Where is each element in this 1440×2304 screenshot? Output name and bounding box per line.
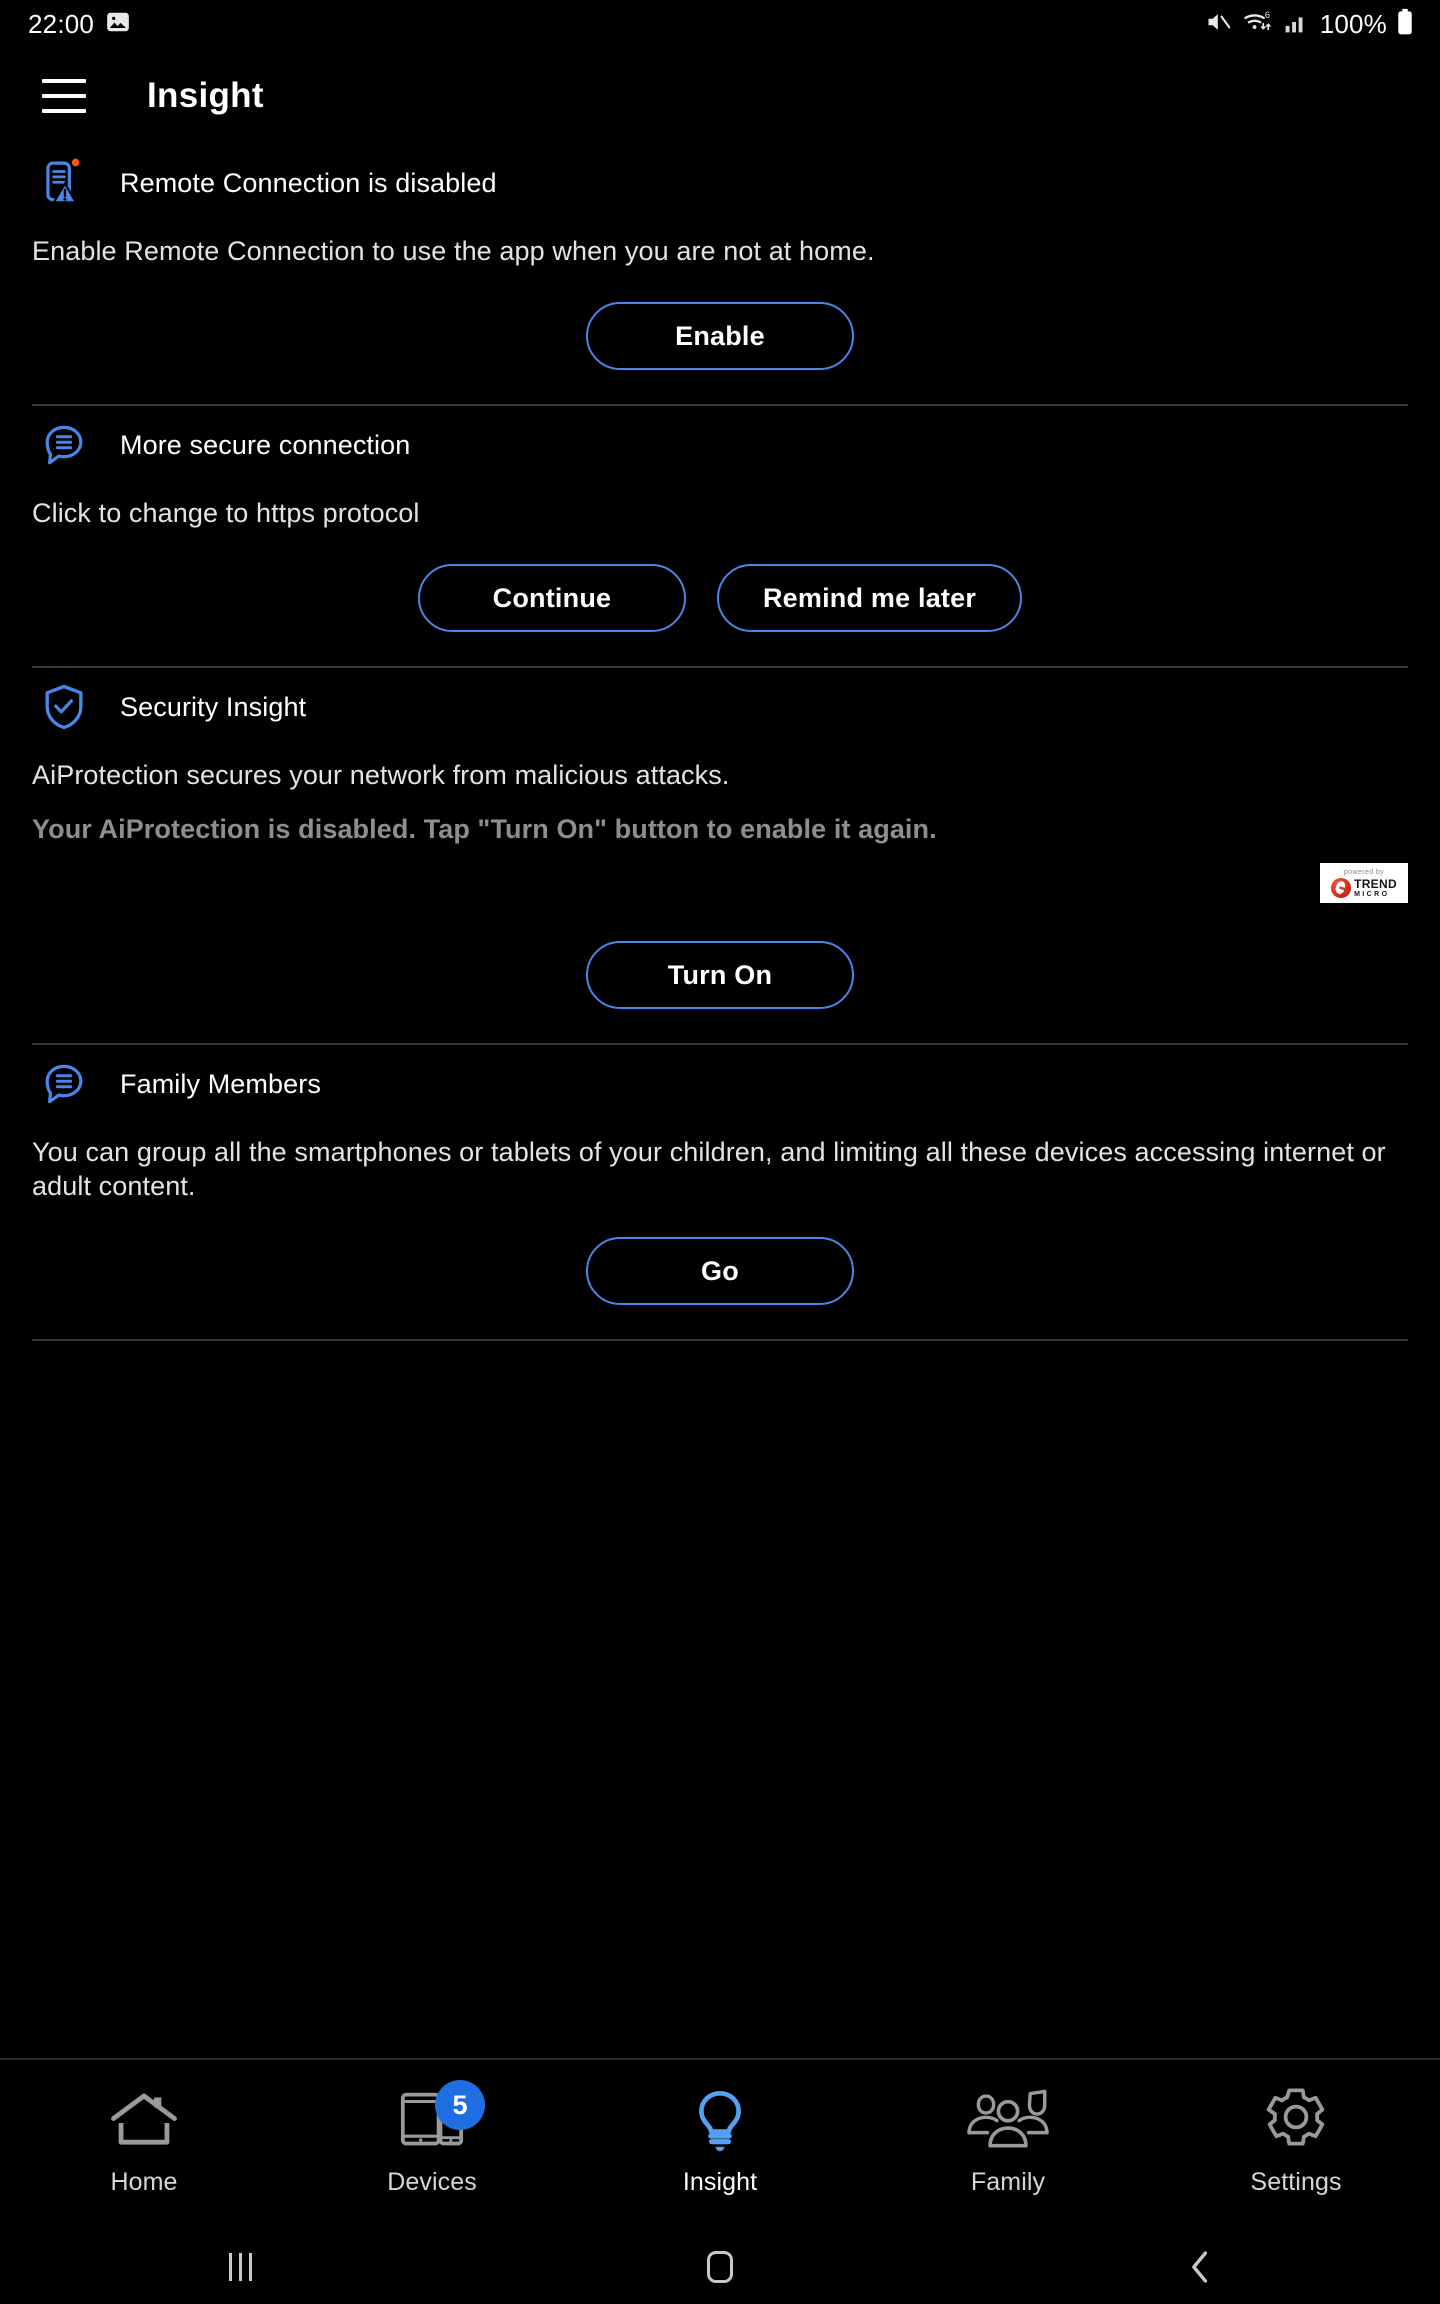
page-title: Insight: [147, 76, 264, 115]
card-description: You can group all the smartphones or tab…: [32, 1137, 1386, 1201]
trend-micro-logo-icon: [1331, 877, 1352, 898]
bottom-navigation: Home 5 Devices Insight Family Settings: [0, 2058, 1440, 2230]
card-actions: Continue Remind me later: [32, 564, 1408, 632]
card-title: Security Insight: [120, 691, 307, 722]
shield-check-icon: [38, 681, 90, 733]
back-chevron-icon[interactable]: [960, 2250, 1440, 2284]
card-header: Remote Connection is disabled: [32, 152, 1408, 214]
gear-icon: [1260, 2084, 1332, 2156]
card-actions: Turn On: [32, 941, 1408, 1009]
card-secure-connection: More secure connection Click to change t…: [0, 414, 1440, 632]
card-header: Family Members: [32, 1053, 1408, 1115]
speech-bubble-icon: [38, 1058, 90, 1110]
people-group-icon: [964, 2084, 1052, 2156]
wifi-6-icon: 6: [1242, 8, 1274, 41]
section-divider: [32, 1043, 1408, 1045]
enable-button[interactable]: Enable: [586, 302, 854, 370]
card-title: Family Members: [120, 1068, 321, 1099]
section-divider: [32, 1339, 1408, 1341]
card-remote-connection: Remote Connection is disabled Enable Rem…: [0, 152, 1440, 370]
volume-mute-icon: [1205, 8, 1233, 41]
card-title: More secure connection: [120, 429, 411, 460]
nav-item-family[interactable]: Family: [864, 2060, 1152, 2230]
nav-item-settings[interactable]: Settings: [1152, 2060, 1440, 2230]
powered-by-wrap: powered by TREND MICRO: [32, 863, 1408, 907]
battery-percent: 100%: [1319, 8, 1387, 39]
trend-micro-wordmark: TREND MICRO: [1354, 878, 1397, 898]
brand-micro: MICRO: [1354, 890, 1390, 898]
nav-label-family: Family: [970, 2168, 1046, 2196]
recents-icon[interactable]: [0, 2253, 480, 2281]
app-bar: Insight: [0, 48, 1440, 144]
cellular-signal-icon: [1283, 9, 1309, 40]
nav-label-devices: Devices: [387, 2168, 477, 2196]
go-button[interactable]: Go: [586, 1237, 854, 1305]
nav-item-devices[interactable]: 5 Devices: [288, 2060, 576, 2230]
nav-item-insight[interactable]: Insight: [576, 2060, 864, 2230]
card-header: More secure connection: [32, 414, 1408, 476]
card-header: Security Insight: [32, 676, 1408, 738]
main-content: Remote Connection is disabled Enable Rem…: [0, 144, 1440, 1341]
router-alert-icon: [38, 157, 90, 209]
card-actions: Go: [32, 1237, 1408, 1305]
image-icon: [105, 9, 131, 40]
speech-bubble-icon: [38, 419, 90, 471]
svg-text:6: 6: [1265, 10, 1270, 20]
lightbulb-icon: [689, 2084, 751, 2156]
section-divider: [32, 666, 1408, 668]
nav-label-settings: Settings: [1250, 2168, 1342, 2196]
aiprotection-warning: Your AiProtection is disabled. Tap "Turn…: [32, 814, 937, 844]
nav-item-home[interactable]: Home: [0, 2060, 288, 2230]
brand-trend: TREND: [1354, 876, 1397, 891]
nav-label-insight: Insight: [682, 2168, 758, 2196]
home-square-icon[interactable]: [480, 2251, 960, 2283]
battery-full-icon: [1396, 8, 1414, 41]
section-divider: [32, 404, 1408, 406]
status-bar-right: 6 100%: [1205, 8, 1414, 41]
remind-me-later-button[interactable]: Remind me later: [716, 564, 1023, 632]
card-description: Click to change to https protocol: [32, 498, 420, 528]
card-family-members: Family Members You can group all the sma…: [0, 1053, 1440, 1305]
status-time: 22:00: [28, 8, 95, 39]
card-actions: Enable: [32, 302, 1408, 370]
devices-icon: 5: [397, 2080, 485, 2156]
powered-by-label: powered by: [1343, 868, 1385, 876]
card-description: AiProtection secures your network from m…: [32, 760, 730, 790]
home-icon: [107, 2084, 181, 2156]
nav-label-home: Home: [110, 2168, 178, 2196]
turn-on-button[interactable]: Turn On: [586, 941, 854, 1009]
card-description: Enable Remote Connection to use the app …: [32, 236, 875, 266]
card-title: Remote Connection is disabled: [120, 167, 497, 198]
devices-badge: 5: [435, 2080, 485, 2130]
continue-button[interactable]: Continue: [417, 564, 686, 632]
status-bar-left: 22:00: [28, 9, 131, 40]
android-system-bar: [0, 2230, 1440, 2304]
phone-screen: 22:00 6 100% Insight Remote Connection i…: [0, 0, 1440, 2304]
trend-micro-logo-row: TREND MICRO: [1331, 877, 1397, 898]
status-bar: 22:00 6 100%: [0, 0, 1440, 48]
hamburger-menu-icon[interactable]: [42, 79, 86, 113]
trend-micro-badge: powered by TREND MICRO: [1320, 863, 1408, 903]
card-security-insight: Security Insight AiProtection secures yo…: [0, 676, 1440, 1009]
